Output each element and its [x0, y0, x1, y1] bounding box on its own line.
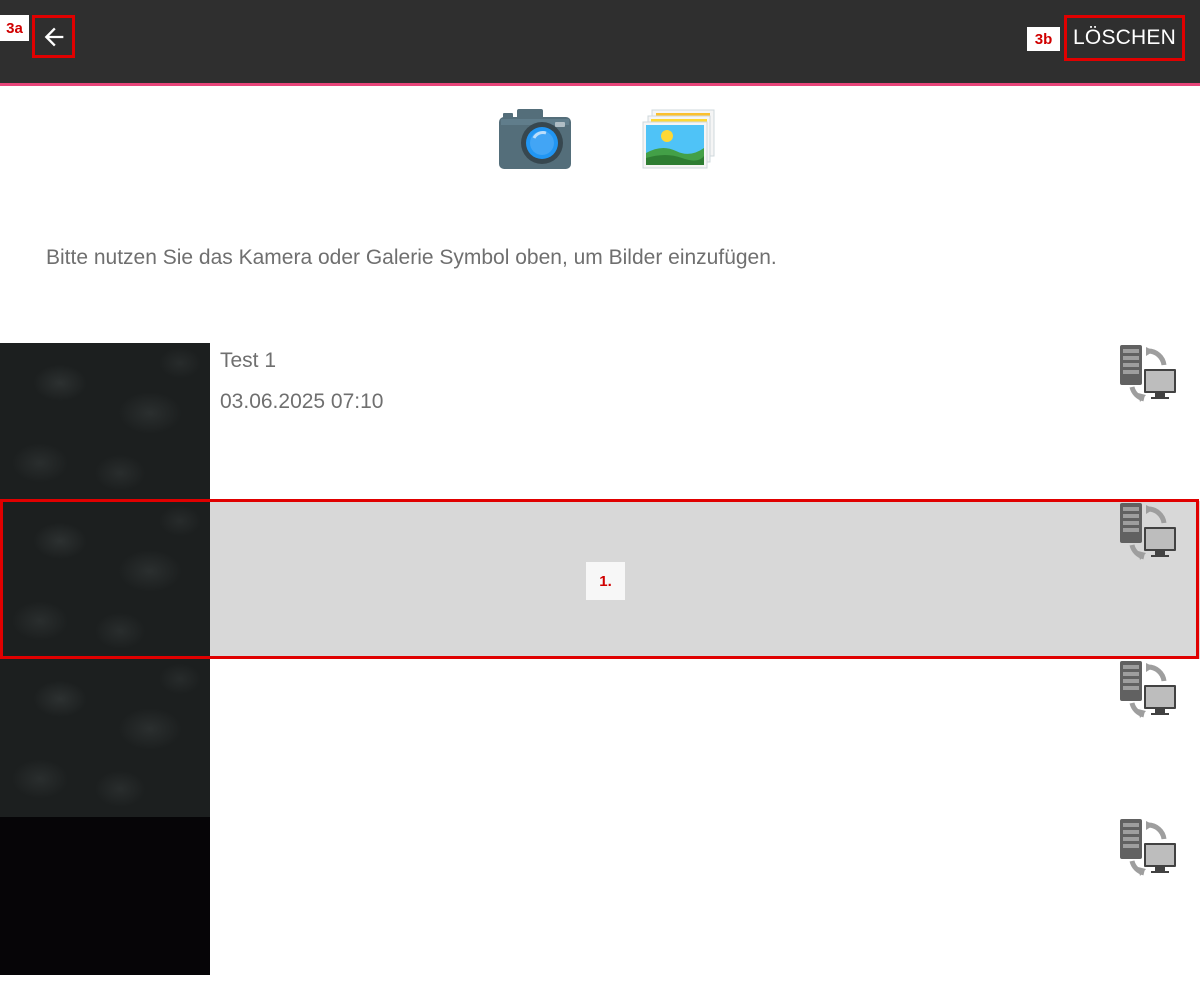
toolbar-accent-line: [0, 83, 1200, 86]
camera-button[interactable]: [497, 107, 573, 171]
image-list-item[interactable]: [0, 659, 1200, 817]
image-thumbnail[interactable]: [0, 501, 210, 659]
callout-label-3b: 3b: [1027, 27, 1060, 51]
instruction-text: Bitte nutzen Sie das Kamera oder Galerie…: [46, 246, 777, 269]
image-thumbnail[interactable]: [0, 659, 210, 817]
image-list-item[interactable]: [0, 817, 1200, 975]
arrow-left-icon: [44, 27, 63, 46]
sync-server-icon[interactable]: [1118, 503, 1178, 561]
image-date: 03.06.2025 07:10: [220, 390, 384, 413]
image-list-item[interactable]: Test 1 03.06.2025 07:10: [0, 343, 1200, 501]
back-button[interactable]: [32, 15, 75, 58]
image-thumbnail[interactable]: [0, 817, 210, 975]
delete-button[interactable]: LÖSCHEN: [1064, 15, 1185, 61]
app-toolbar: [0, 0, 1200, 83]
image-title: Test 1: [220, 349, 277, 372]
callout-label-3a: 3a: [0, 15, 29, 41]
gallery-button[interactable]: [642, 108, 718, 170]
sync-server-icon[interactable]: [1118, 345, 1178, 403]
callout-label-1: 1.: [586, 562, 625, 600]
sync-server-icon[interactable]: [1118, 661, 1178, 719]
gallery-icon: [642, 109, 715, 169]
camera-icon: [499, 109, 571, 169]
sync-server-icon[interactable]: [1118, 819, 1178, 877]
image-thumbnail[interactable]: [0, 343, 210, 501]
